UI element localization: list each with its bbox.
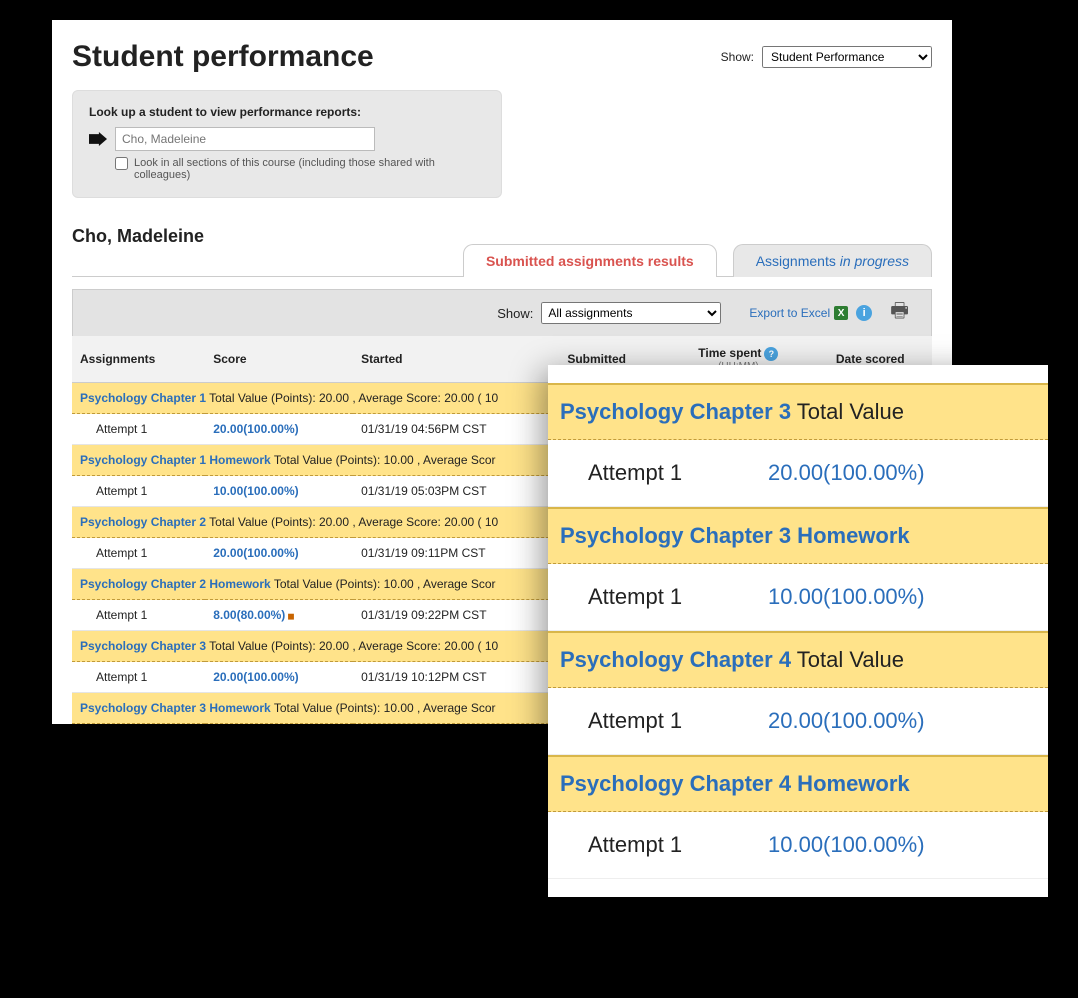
zoom-chapter-link[interactable]: Psychology Chapter 3 — [560, 399, 791, 424]
group-meta: Total Value (Points): 10.00 , Average Sc… — [271, 701, 496, 715]
chapter-link[interactable]: Psychology Chapter 3 Homework — [80, 701, 271, 715]
tab-in-progress[interactable]: Assignments in progress — [733, 244, 932, 277]
zoom-chapter-link[interactable]: Psychology Chapter 3 Homework — [560, 523, 910, 548]
zoom-attempt-label: Attempt 1 — [588, 584, 728, 610]
zoom-score-link[interactable]: 10.00(100.00%) — [768, 832, 925, 858]
chapter-link[interactable]: Psychology Chapter 1 — [80, 391, 206, 405]
col-started: Started — [353, 336, 559, 383]
score-link[interactable]: 10.00(100.00%) — [213, 484, 298, 498]
zoom-score-link[interactable]: 20.00(100.00%) — [768, 460, 925, 486]
zoom-group-row: Psychology Chapter 4 Homework — [548, 755, 1048, 812]
help-icon[interactable]: ? — [764, 347, 778, 361]
export-label: Export to Excel — [749, 306, 830, 320]
chapter-link[interactable]: Psychology Chapter 2 Homework — [80, 577, 271, 591]
print-icon[interactable]: 🖶 — [880, 296, 919, 330]
tab-submitted[interactable]: Submitted assignments results — [463, 244, 717, 277]
zoom-score-link[interactable]: 20.00(100.00%) — [768, 708, 925, 734]
group-meta: Total Value (Points): 20.00 , Average Sc… — [206, 515, 498, 529]
zoom-attempt-label: Attempt 1 — [588, 708, 728, 734]
zoom-group-meta: Total Value — [791, 399, 904, 424]
score-link[interactable]: 20.00(100.00%) — [213, 546, 298, 560]
show-label: Show: — [721, 50, 754, 64]
group-meta: Total Value (Points): 10.00 , Average Sc… — [271, 453, 496, 467]
attempt-label: Attempt 1 — [72, 538, 205, 569]
tab-in-progress-italic: in progress — [840, 253, 909, 269]
attempt-label: Attempt 1 — [72, 476, 205, 507]
started-cell: 01/31/19 04:56PM CST — [353, 414, 559, 445]
zoom-chapter-link[interactable]: Psychology Chapter 4 — [560, 647, 791, 672]
zoom-detail-panel: Psychology Chapter 3 Total Value Attempt… — [548, 365, 1048, 897]
tabs: Submitted assignments results Assignment… — [72, 243, 932, 277]
chapter-link[interactable]: Psychology Chapter 2 — [80, 515, 206, 529]
student-lookup-input[interactable] — [115, 127, 375, 151]
score-link[interactable]: 20.00(100.00%) — [213, 670, 298, 684]
score-link[interactable]: 8.00(80.00%) — [213, 608, 285, 622]
zoom-group-meta: Total Value — [791, 647, 904, 672]
group-meta: Total Value (Points): 20.00 , Average Sc… — [206, 391, 498, 405]
toolbar-show-label: Show: — [497, 306, 533, 321]
lookup-box: Look up a student to view performance re… — [72, 90, 502, 198]
attempt-label: Attempt 1 — [72, 600, 205, 631]
page-title: Student performance — [72, 40, 374, 74]
arrow-right-icon — [89, 132, 107, 146]
info-icon[interactable]: i — [856, 305, 872, 321]
lookup-label: Look up a student to view performance re… — [89, 105, 485, 119]
zoom-attempt-row: Attempt 1 10.00(100.00%) — [548, 812, 1048, 879]
zoom-attempt-row: Attempt 1 20.00(100.00%) — [548, 688, 1048, 755]
zoom-chapter-link[interactable]: Psychology Chapter 4 Homework — [560, 771, 910, 796]
zoom-group-row: Psychology Chapter 3 Total Value — [548, 383, 1048, 440]
chapter-link[interactable]: Psychology Chapter 1 Homework — [80, 453, 271, 467]
started-cell: 01/31/19 10:12PM CST — [353, 662, 559, 693]
started-cell: 01/31/19 09:11PM CST — [353, 538, 559, 569]
attempt-label: Attempt 1 — [72, 414, 205, 445]
zoom-score-link[interactable]: 10.00(100.00%) — [768, 584, 925, 610]
zoom-attempt-row: Attempt 1 10.00(100.00%) — [548, 564, 1048, 631]
show-selector-top: Show: Student Performance — [721, 46, 932, 68]
tab-in-progress-prefix: Assignments — [756, 253, 840, 269]
all-sections-label: Look in all sections of this course (inc… — [134, 157, 485, 181]
flag-icon: ◼ — [287, 611, 294, 621]
results-toolbar: Show: All assignments Export to Excel X … — [72, 289, 932, 336]
started-cell: 01/31/19 05:03PM CST — [353, 476, 559, 507]
zoom-attempt-label: Attempt 1 — [588, 832, 728, 858]
header-row: Student performance Show: Student Perfor… — [72, 40, 932, 74]
show-dropdown[interactable]: Student Performance — [762, 46, 932, 68]
attempt-label: Attempt 1 — [72, 662, 205, 693]
filter-dropdown[interactable]: All assignments — [541, 302, 721, 324]
zoom-group-row: Psychology Chapter 4 Total Value — [548, 631, 1048, 688]
score-link[interactable]: 20.00(100.00%) — [213, 422, 298, 436]
chapter-link[interactable]: Psychology Chapter 3 — [80, 639, 206, 653]
started-cell: 01/31/19 09:22PM CST — [353, 600, 559, 631]
zoom-attempt-label: Attempt 1 — [588, 460, 728, 486]
col-assignments: Assignments — [72, 336, 205, 383]
all-sections-checkbox[interactable] — [115, 157, 128, 170]
zoom-group-row: Psychology Chapter 3 Homework — [548, 507, 1048, 564]
zoom-attempt-row: Attempt 1 20.00(100.00%) — [548, 440, 1048, 507]
group-meta: Total Value (Points): 20.00 , Average Sc… — [206, 639, 498, 653]
group-meta: Total Value (Points): 10.00 , Average Sc… — [271, 577, 496, 591]
export-excel-link[interactable]: Export to Excel X — [749, 306, 848, 320]
col-score: Score — [205, 336, 353, 383]
excel-icon: X — [834, 306, 848, 320]
